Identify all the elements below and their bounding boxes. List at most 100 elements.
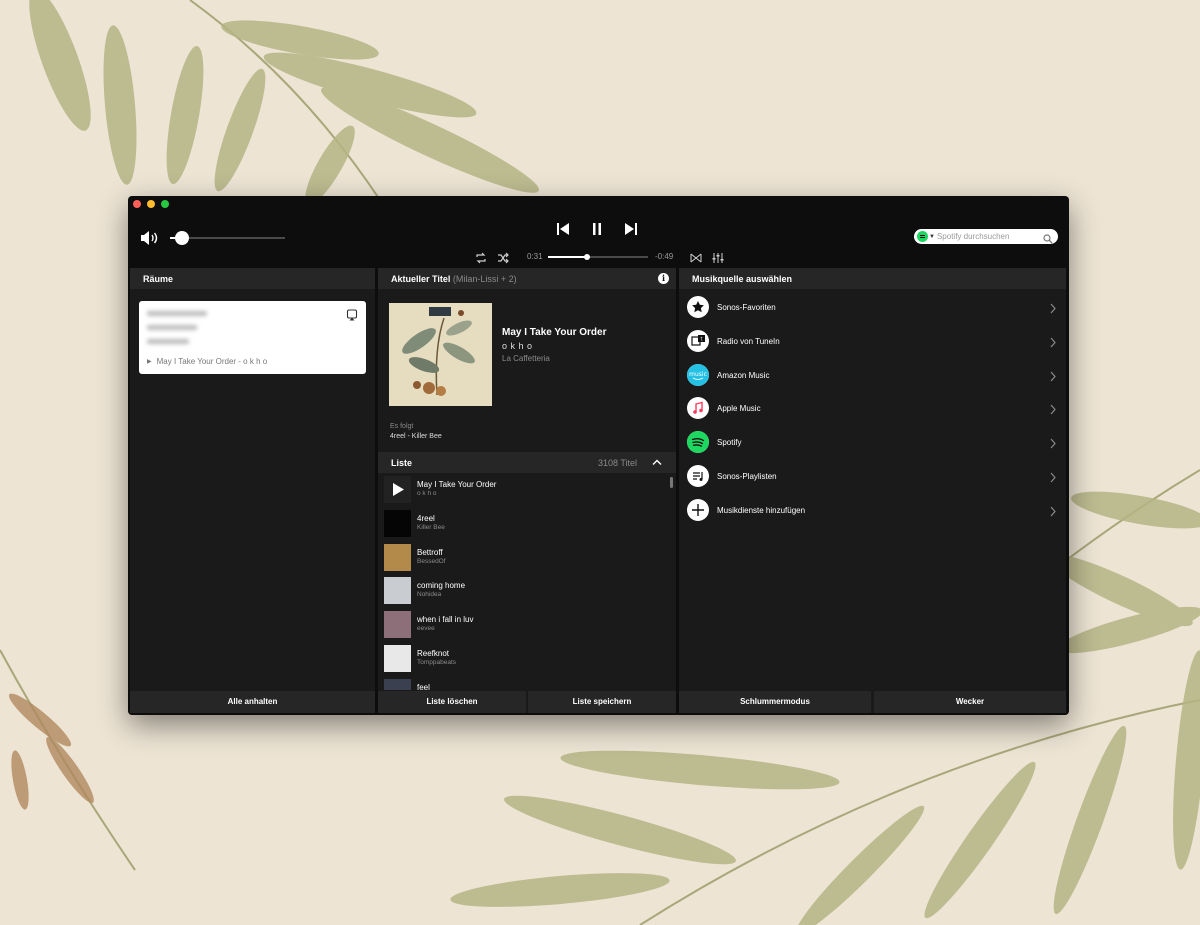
progress-bar[interactable] xyxy=(548,254,648,260)
crossfade-icon[interactable] xyxy=(690,251,702,263)
queue-row[interactable]: coming home Nohidea xyxy=(378,576,676,610)
previous-track-icon[interactable] xyxy=(556,222,570,236)
room-name-blurred xyxy=(147,311,207,316)
amazon-music-icon: music xyxy=(687,363,709,386)
volume-slider-knob[interactable] xyxy=(174,231,189,245)
chevron-right-icon xyxy=(1050,402,1056,415)
queue-track-title: coming home xyxy=(417,581,466,591)
source-item-label: Sonos-Playlisten xyxy=(717,472,777,481)
source-item-musikdienste-hinzuf-gen[interactable]: Musikdienste hinzufügen xyxy=(687,498,1059,524)
queue-thumbnail xyxy=(384,543,411,571)
source-item-label: Spotify xyxy=(717,438,742,448)
queue-thumbnail xyxy=(384,678,411,690)
queue-thumbnail xyxy=(384,611,411,639)
music-source-header: Musikquelle auswählen xyxy=(679,268,1066,289)
queue-track-title: 4reel xyxy=(417,513,435,523)
queue-row[interactable]: Reefknot Tomppabeats xyxy=(378,644,676,678)
clear-queue-button[interactable]: Liste löschen xyxy=(378,691,526,713)
spotify-source-icon[interactable] xyxy=(917,231,928,242)
search-icon[interactable] xyxy=(1043,231,1053,244)
rooms-panel: Räume ▶ May I Take Your Order - o k h o … xyxy=(130,268,375,713)
track-artist[interactable]: o k h o xyxy=(502,341,533,351)
up-next-label: Es folgt xyxy=(390,423,414,430)
shuffle-icon[interactable] xyxy=(497,251,509,264)
queue-header[interactable]: Liste 3108 Titel xyxy=(378,452,676,473)
source-item-sonos-favoriten[interactable]: Sonos-Favoriten xyxy=(687,295,1059,321)
airplay-icon[interactable] xyxy=(346,308,358,321)
queue-row[interactable]: feel xyxy=(378,678,676,690)
source-item-label: Amazon Music xyxy=(717,370,770,380)
chevron-right-icon xyxy=(1050,504,1056,517)
queue-thumbnail xyxy=(384,509,411,537)
queue-row[interactable]: 4reel Killer Bee xyxy=(378,509,676,543)
save-queue-button[interactable]: Liste speichern xyxy=(528,691,676,713)
queue-row[interactable]: when i fall in luv eevee xyxy=(378,610,676,644)
progress-bar-knob[interactable] xyxy=(584,254,590,260)
chevron-right-icon xyxy=(1050,335,1056,348)
queue-track-artist: Tomppabeats xyxy=(417,658,457,666)
queue-track-title: Reefknot xyxy=(417,648,450,658)
queue-track-artist: BessedOf xyxy=(417,557,446,565)
source-item-sonos-playlisten[interactable]: Sonos-Playlisten xyxy=(687,464,1059,490)
music-source-panel: Musikquelle auswählen Sonos-Favoriten t Ra… xyxy=(679,268,1066,713)
search-input[interactable] xyxy=(936,232,1037,241)
speaker-icon[interactable] xyxy=(140,231,160,245)
transport-controls xyxy=(556,222,638,236)
volume-slider[interactable] xyxy=(170,231,285,245)
chevron-right-icon xyxy=(1050,369,1056,381)
queue-count: 3108 Titel xyxy=(597,458,637,468)
sleep-timer-button[interactable]: Schlummermodus xyxy=(679,691,871,713)
source-item-label: Sonos-Favoriten xyxy=(717,303,776,312)
album-cover[interactable] xyxy=(389,303,492,406)
elapsed-time: 0:31 xyxy=(527,252,543,261)
room-now-playing-text: May I Take Your Order - o k h o xyxy=(156,357,268,366)
svg-text:t: t xyxy=(701,336,703,342)
info-icon[interactable]: i xyxy=(658,273,669,284)
source-item-amazon-music[interactable]: music Amazon Music xyxy=(687,363,1059,389)
chevron-right-icon xyxy=(1050,301,1056,314)
svg-text:music: music xyxy=(689,371,707,378)
window-controls xyxy=(133,200,169,208)
alarm-button[interactable]: Wecker xyxy=(874,691,1066,713)
equalizer-icon[interactable] xyxy=(712,251,724,263)
star-icon xyxy=(687,296,709,318)
queue-list[interactable]: May I Take Your Order o k h o 4reel Killer … xyxy=(378,475,676,690)
queue-scrollbar[interactable] xyxy=(670,477,673,488)
progress-bar-fill xyxy=(548,256,587,258)
chevron-right-icon xyxy=(1050,436,1056,449)
room-card[interactable]: ▶ May I Take Your Order - o k h o xyxy=(139,301,366,374)
track-album[interactable]: La Caffetteria xyxy=(502,354,550,363)
queue-track-title: May I Take Your Order xyxy=(417,480,497,489)
chevron-right-icon xyxy=(1050,470,1056,483)
repeat-icon[interactable] xyxy=(475,251,487,264)
spotify-icon xyxy=(687,431,709,454)
now-playing-header-title: Aktueller Titel xyxy=(391,274,451,284)
queue-track-artist: eevee xyxy=(417,625,435,633)
queue-track-artist: o k h o xyxy=(417,490,437,497)
chevron-up-icon[interactable] xyxy=(652,458,662,466)
now-playing-panel: Aktueller Titel (Milan-Lissi + 2) i May … xyxy=(378,268,676,713)
source-item-label: Radio von TuneIn xyxy=(717,336,780,346)
queue-row[interactable]: Bettroff BessedOf xyxy=(378,543,676,577)
source-item-spotify[interactable]: Spotify xyxy=(687,430,1059,456)
minimize-window-button[interactable] xyxy=(147,200,155,208)
close-window-button[interactable] xyxy=(133,200,141,208)
spotify-search-box[interactable]: ▼ xyxy=(914,229,1058,244)
pause-icon[interactable] xyxy=(590,222,604,236)
zoom-window-button[interactable] xyxy=(161,200,169,208)
source-item-label: Musikdienste hinzufügen xyxy=(717,505,806,515)
next-track-icon[interactable] xyxy=(624,222,638,236)
queue-track-artist: Killer Bee xyxy=(417,523,445,531)
source-item-radio-von-tunein[interactable]: t Radio von TuneIn xyxy=(687,329,1059,355)
queue-thumbnail xyxy=(384,577,411,605)
playlist-icon xyxy=(687,465,709,487)
pause-all-button[interactable]: Alle anhalten xyxy=(130,691,375,713)
queue-thumbnail xyxy=(384,644,411,672)
play-icon[interactable] xyxy=(384,476,411,503)
source-item-apple-music[interactable]: Apple Music xyxy=(687,396,1059,422)
tunein-icon: t xyxy=(687,329,709,352)
remaining-time: -0:49 xyxy=(655,252,674,261)
queue-row[interactable]: May I Take Your Order o k h o xyxy=(378,475,676,509)
source-dropdown-caret-icon[interactable]: ▼ xyxy=(929,234,935,240)
room-now-playing: ▶ May I Take Your Order - o k h o xyxy=(147,357,267,366)
